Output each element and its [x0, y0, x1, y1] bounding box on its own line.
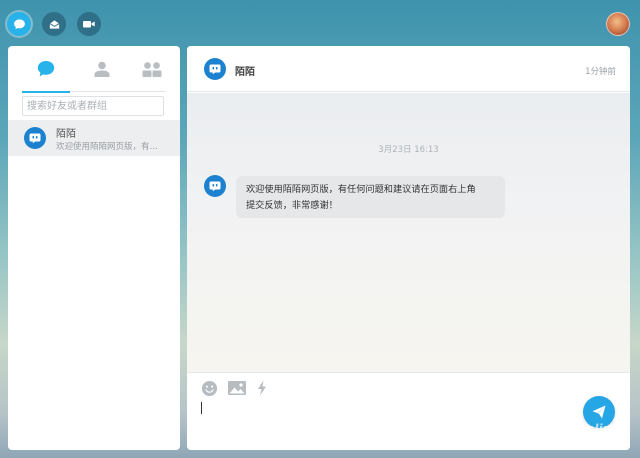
momo-bot-icon [24, 127, 46, 149]
chat-header: 陌陌 1分钟前 [187, 46, 630, 92]
emoji-button[interactable] [201, 379, 218, 397]
flash-button[interactable] [257, 379, 267, 397]
momo-bot-icon[interactable] [204, 175, 226, 197]
contact-icon [94, 61, 110, 77]
conversation-item-momo[interactable]: 陌陌 欢迎使用陌陌网页版，有… [8, 120, 180, 156]
nav-video-button[interactable] [77, 12, 101, 36]
sidebar: 陌陌 欢迎使用陌陌网页版，有… [8, 46, 180, 450]
flash-icon [258, 380, 266, 396]
conversation-name: 陌陌 [56, 129, 76, 140]
watermark-brand: PConline [560, 422, 620, 436]
image-icon [228, 381, 246, 395]
message-bubble: 欢迎使用陌陌网页版，有任何问题和建议请在页面右上角 提交反馈，非常感谢！ [236, 176, 505, 218]
message-input[interactable] [199, 399, 569, 421]
image-button[interactable] [227, 379, 247, 397]
chat-bubble-icon [37, 60, 55, 76]
conversation-preview: 欢迎使用陌陌网页版，有… [56, 142, 159, 152]
chat-panel: 陌陌 1分钟前 3月23日 16:13 欢迎使用陌陌网页版，有任何问题和建议请在… [187, 46, 630, 450]
tab-contacts[interactable] [78, 46, 126, 92]
last-active-status: 1分钟前 [585, 67, 616, 77]
message-line: 提交反馈，非常感谢！ [246, 200, 338, 211]
chat-bubble-icon [13, 18, 25, 29]
momo-bot-icon [204, 58, 226, 80]
message-list: 3月23日 16:13 欢迎使用陌陌网页版，有任何问题和建议请在页面右上角 提交… [187, 93, 630, 372]
message-line: 欢迎使用陌陌网页版，有任何问题和建议请在页面右上角 [246, 184, 476, 195]
group-icon [142, 62, 162, 77]
watermark-logo: PConline 太平洋电脑网 [560, 422, 620, 446]
video-camera-icon [83, 21, 95, 28]
mail-icon [49, 19, 59, 29]
watermark-sub: 太平洋电脑网 [560, 436, 614, 444]
message-timestamp: 3月23日 16:13 [378, 145, 439, 155]
search-input[interactable] [22, 96, 164, 116]
nav-chat-button[interactable] [7, 12, 31, 36]
text-caret [201, 402, 202, 414]
sidebar-tabs [22, 46, 166, 93]
nav-mail-button[interactable] [42, 12, 66, 36]
top-bar [0, 0, 640, 46]
emoji-icon [201, 380, 218, 396]
user-avatar[interactable] [606, 12, 630, 36]
tab-groups[interactable] [128, 46, 176, 92]
chat-title: 陌陌 [235, 67, 255, 78]
paper-plane-icon [592, 405, 606, 419]
tab-conversations[interactable] [22, 46, 70, 93]
